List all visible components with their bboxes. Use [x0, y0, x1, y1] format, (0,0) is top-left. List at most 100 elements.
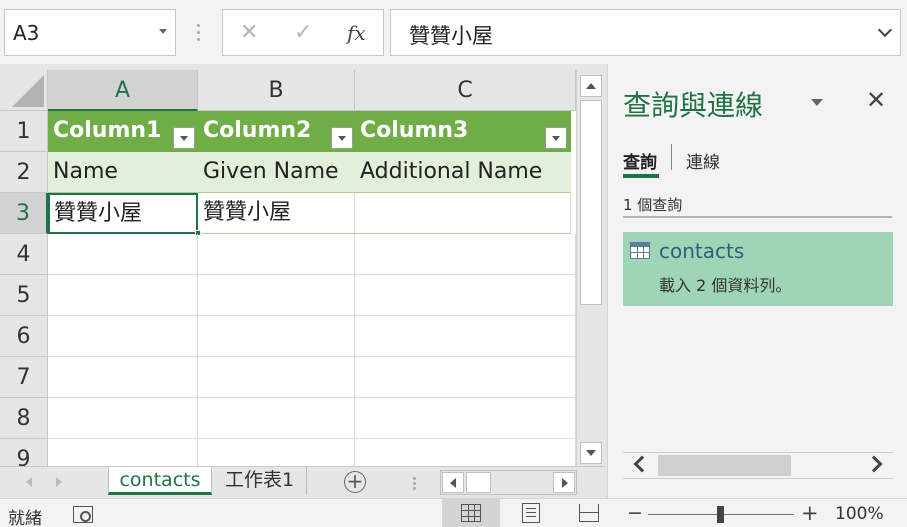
table-cell[interactable]: Additional Name	[355, 152, 571, 193]
grid-cell[interactable]	[48, 234, 198, 275]
name-box-value: A3	[13, 21, 40, 45]
pane-scroll-thumb[interactable]	[658, 455, 791, 476]
grid-cell[interactable]	[198, 316, 355, 357]
active-tab-indicator	[623, 174, 659, 178]
scroll-down-icon[interactable]	[580, 442, 602, 464]
filter-dropdown-icon[interactable]	[545, 127, 567, 149]
horizontal-scroll-thumb[interactable]	[466, 472, 491, 493]
table-cell[interactable]	[355, 193, 571, 234]
status-text: 就緒	[8, 509, 42, 527]
row-header-5[interactable]: 5	[0, 275, 48, 316]
sheet-tab-bar: contacts 工作表1 +	[0, 466, 605, 498]
previous-sheet-icon[interactable]	[26, 477, 32, 487]
horizontal-scrollbar[interactable]	[440, 470, 577, 495]
drag-handle-icon[interactable]	[413, 477, 416, 491]
row-header-4[interactable]: 4	[0, 234, 48, 275]
row-header-2[interactable]: 2	[0, 152, 48, 193]
row-header-9[interactable]: 9	[0, 439, 48, 466]
filter-dropdown-icon[interactable]	[331, 127, 353, 149]
grid-cell[interactable]	[48, 357, 198, 398]
table-cell[interactable]: Given Name	[198, 152, 355, 193]
formula-value: 贊贊小屋	[409, 24, 493, 48]
expand-formula-bar-icon[interactable]	[877, 22, 893, 38]
page-layout-icon	[522, 503, 540, 523]
query-description: 載入 2 個資料列。	[659, 276, 792, 295]
row-header-3[interactable]: 3	[0, 193, 48, 234]
grid-cell[interactable]	[48, 275, 198, 316]
normal-view-button[interactable]	[442, 499, 500, 527]
scroll-up-icon[interactable]	[580, 75, 602, 97]
tab-divider	[671, 144, 672, 170]
active-cell[interactable]: 贊贊小屋	[48, 193, 198, 234]
drag-handle-icon[interactable]	[197, 24, 200, 42]
grid-cell[interactable]	[198, 275, 355, 316]
row-header-7[interactable]: 7	[0, 357, 48, 398]
grid-cell[interactable]	[48, 439, 198, 466]
insert-function-icon[interactable]: fx	[347, 21, 366, 45]
table-cell[interactable]: Name	[48, 152, 198, 193]
grid-cell[interactable]	[355, 357, 576, 398]
grid-cell[interactable]	[198, 357, 355, 398]
table-icon	[630, 242, 650, 259]
macro-record-icon[interactable]	[73, 506, 93, 523]
close-icon[interactable]: ✕	[866, 86, 886, 114]
column-header-a[interactable]: A	[48, 70, 198, 111]
row-header-1[interactable]: 1	[0, 111, 48, 152]
grid-cell[interactable]	[355, 234, 576, 275]
sheet-tab-contacts[interactable]: contacts	[108, 467, 212, 495]
divider	[623, 216, 892, 218]
next-sheet-icon[interactable]	[56, 477, 62, 487]
pane-horizontal-scrollbar[interactable]	[623, 452, 893, 479]
row-header-8[interactable]: 8	[0, 398, 48, 439]
chevron-down-icon[interactable]	[159, 29, 167, 34]
grid-cell[interactable]	[355, 275, 576, 316]
zoom-slider-thumb[interactable]	[717, 506, 724, 523]
vertical-scrollbar[interactable]	[576, 70, 605, 466]
pane-options-icon[interactable]	[811, 99, 823, 106]
zoom-level[interactable]: 100%	[835, 504, 884, 524]
tab-queries[interactable]: 查詢	[623, 148, 657, 173]
page-break-preview-button[interactable]	[560, 499, 618, 527]
normal-view-icon	[461, 504, 481, 522]
cancel-icon[interactable]: ✕	[240, 20, 258, 45]
queries-connections-pane: 查詢與連線 ✕ 查詢 連線 1 個查詢 contacts 載入 2 個資料列。	[607, 64, 907, 498]
add-sheet-button[interactable]: +	[344, 471, 366, 493]
scroll-right-icon[interactable]	[553, 472, 575, 493]
name-box[interactable]: A3	[4, 9, 176, 56]
zoom-in-button[interactable]: +	[801, 501, 819, 525]
scroll-right-icon[interactable]	[865, 455, 883, 473]
grid-cell[interactable]	[198, 439, 355, 466]
grid-cell[interactable]	[355, 398, 576, 439]
select-all-button[interactable]	[0, 70, 48, 111]
column-header-c[interactable]: C	[355, 70, 576, 111]
status-bar: 就緒 − + 100%	[0, 498, 907, 527]
worksheet-grid[interactable]: A B C 1 2 3 4 5 6 7 8 9 Column1 Column2 …	[0, 70, 576, 466]
query-count: 1 個查詢	[623, 196, 683, 214]
grid-cell[interactable]	[355, 439, 576, 466]
formula-input[interactable]: 贊贊小屋	[390, 9, 901, 56]
scroll-left-icon[interactable]	[442, 472, 464, 493]
column-header-b[interactable]: B	[198, 70, 355, 111]
filter-dropdown-icon[interactable]	[173, 127, 195, 149]
page-break-icon	[579, 504, 599, 522]
grid-cell[interactable]	[48, 316, 198, 357]
enter-icon[interactable]: ✓	[294, 20, 312, 45]
pane-title: 查詢與連線	[623, 89, 764, 122]
zoom-out-button[interactable]: −	[627, 502, 643, 524]
query-item-contacts[interactable]: contacts 載入 2 個資料列。	[623, 232, 893, 306]
page-layout-view-button[interactable]	[502, 499, 560, 527]
grid-cell[interactable]	[355, 316, 576, 357]
formula-tools: ✕ ✓ fx	[222, 9, 384, 56]
row-header-6[interactable]: 6	[0, 316, 48, 357]
table-cell[interactable]: 贊贊小屋	[198, 193, 355, 234]
select-all-icon	[12, 75, 44, 107]
sheet-tab-sheet1[interactable]: 工作表1	[213, 467, 307, 495]
vertical-scroll-thumb[interactable]	[580, 100, 602, 305]
table-header-cell[interactable]: Column3	[355, 111, 571, 152]
grid-cell[interactable]	[198, 398, 355, 439]
scroll-left-icon[interactable]	[633, 455, 651, 473]
grid-cell[interactable]	[48, 398, 198, 439]
grid-cell[interactable]	[198, 234, 355, 275]
formula-bar: A3 ✕ ✓ fx 贊贊小屋	[0, 0, 907, 64]
tab-connections[interactable]: 連線	[686, 148, 720, 173]
